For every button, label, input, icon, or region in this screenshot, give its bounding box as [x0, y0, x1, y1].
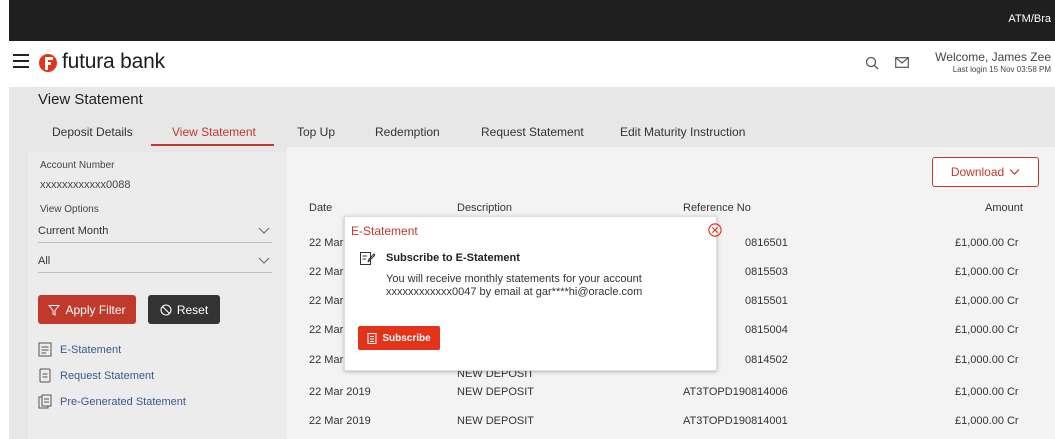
modal-subtitle: Subscribe to E-Statement	[386, 252, 520, 264]
last-login-text: Last login 15 Nov 03:58 PM	[952, 65, 1051, 74]
mail-icon[interactable]	[895, 57, 909, 68]
row-reference: 0816501	[745, 237, 788, 249]
account-number-label: Account Number	[40, 160, 115, 171]
row-amount: £1,000.00 Cr	[955, 324, 1019, 336]
apply-filter-label: Apply Filter	[65, 302, 126, 317]
row-date: 22 Mar	[309, 266, 344, 278]
chevron-down-icon	[258, 227, 270, 234]
row-amount: £1,000.00 Cr	[955, 266, 1019, 278]
view-options-label: View Options	[40, 204, 99, 215]
filter-panel: Account Number xxxxxxxxxxxx0088 View Opt…	[28, 152, 287, 439]
column-header-description: Description	[457, 202, 513, 214]
reset-button[interactable]: Reset	[148, 295, 220, 324]
row-reference: 0815004	[745, 324, 788, 336]
row-reference: AT3TOPD190814006	[683, 386, 788, 398]
bank-name-logo: futura bank	[62, 50, 165, 73]
welcome-text: Welcome, James Zee	[935, 50, 1051, 64]
row-description: NEW DEPOSIT	[457, 386, 535, 398]
atm-branch-link[interactable]: ATM/Bra	[1008, 13, 1051, 25]
chevron-down-icon	[1009, 169, 1020, 175]
column-header-reference: Reference No	[683, 202, 751, 214]
modal-message-line2: xxxxxxxxxxxx0047 by email at gar****hi@o…	[386, 286, 643, 298]
e-statement-modal: E-Statement Subscribe to E-Statement You…	[344, 216, 722, 371]
type-select[interactable]: All	[38, 251, 272, 273]
account-number-value: xxxxxxxxxxxx0088	[40, 179, 131, 191]
reset-icon	[160, 303, 172, 316]
row-date: 22 Mar 2019	[309, 415, 371, 427]
row-date: 22 Mar	[309, 324, 344, 336]
modal-message-line1: You will receive monthly statements for …	[386, 273, 642, 285]
request-statement-link[interactable]: Request Statement	[38, 368, 154, 383]
header-bar: futura bank Welcome, James Zee Last logi…	[9, 41, 1055, 87]
page-title: View Statement	[38, 91, 143, 108]
tab-view-statement[interactable]: View Statement	[172, 117, 256, 147]
pre-generated-statement-link[interactable]: Pre-Generated Statement	[38, 394, 186, 409]
search-icon[interactable]	[865, 56, 879, 70]
apply-filter-button[interactable]: Apply Filter	[38, 295, 136, 324]
hamburger-menu-icon[interactable]	[13, 54, 29, 68]
row-amount: £1,000.00 Cr	[955, 295, 1019, 307]
active-tab-indicator	[151, 144, 274, 146]
period-select-value: Current Month	[38, 225, 109, 237]
tab-request-statement[interactable]: Request Statement	[481, 117, 584, 147]
row-reference: 0814502	[745, 354, 788, 366]
row-reference: 0815501	[745, 295, 788, 307]
futura-bank-logo-icon	[39, 54, 57, 72]
top-bar: ATM/Bra	[9, 0, 1055, 41]
row-description: NEW DEPOSIT	[457, 415, 535, 427]
column-header-amount: Amount	[985, 202, 1023, 214]
chevron-down-icon	[258, 257, 270, 264]
modal-message: You will receive monthly statements for …	[386, 273, 706, 299]
pre-generated-statement-link-label: Pre-Generated Statement	[60, 395, 186, 408]
row-reference: AT3TOPD190814001	[683, 415, 788, 427]
reset-label: Reset	[176, 302, 209, 317]
edit-document-icon	[360, 252, 375, 265]
tab-redemption[interactable]: Redemption	[375, 117, 440, 147]
e-statement-link[interactable]: E-Statement	[38, 342, 121, 357]
tab-edit-maturity-instruction[interactable]: Edit Maturity Instruction	[620, 117, 745, 147]
row-amount: £1,000.00 Cr	[955, 354, 1019, 366]
row-date: 22 Mar	[309, 295, 344, 307]
row-date: 22 Mar	[309, 237, 344, 249]
type-select-value: All	[38, 255, 51, 267]
tab-top-up[interactable]: Top Up	[297, 117, 335, 147]
row-date: 22 Mar	[309, 354, 344, 366]
download-button[interactable]: Download	[932, 157, 1039, 187]
close-icon[interactable]	[708, 223, 722, 237]
period-select[interactable]: Current Month	[38, 221, 272, 243]
row-amount: £1,000.00 Cr	[955, 386, 1019, 398]
row-amount: £1,000.00 Cr	[955, 415, 1019, 427]
tab-deposit-details[interactable]: Deposit Details	[52, 117, 133, 147]
download-label: Download	[950, 165, 1005, 179]
filter-icon	[48, 304, 61, 316]
subscribe-button[interactable]: Subscribe	[358, 326, 440, 350]
row-reference: 0815503	[745, 266, 788, 278]
row-amount: £1,000.00 Cr	[955, 237, 1019, 249]
column-header-date: Date	[309, 202, 333, 214]
request-statement-link-label: Request Statement	[60, 369, 155, 382]
pre-generated-statement-icon	[38, 394, 52, 409]
subscribe-label: Subscribe	[382, 332, 431, 344]
request-statement-icon	[39, 368, 51, 383]
user-welcome[interactable]: Welcome, James Zee Last login 15 Nov 03:…	[935, 50, 1051, 74]
modal-title: E-Statement	[351, 224, 418, 238]
subscribe-icon	[367, 332, 377, 344]
row-date: 22 Mar 2019	[309, 386, 371, 398]
e-statement-link-label: E-Statement	[60, 343, 122, 356]
e-statement-icon	[38, 342, 52, 357]
